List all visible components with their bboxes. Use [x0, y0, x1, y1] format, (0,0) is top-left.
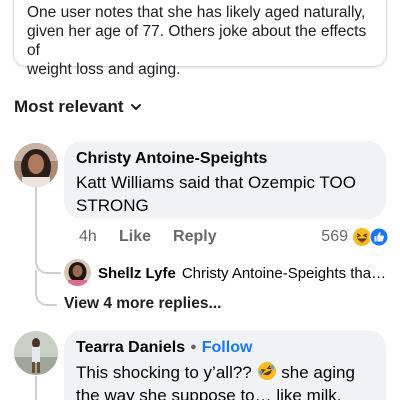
summary-line: One user notes that she has likely aged … — [27, 4, 366, 21]
comment-bubble: Christy Antoine-Speights Katt Williams s… — [64, 141, 386, 219]
separator-dot: ● — [190, 341, 197, 353]
comment-author[interactable]: Tearra Daniels — [76, 339, 185, 356]
comment-text-part: This shocking to y’all?? — [76, 363, 252, 382]
like-reaction-icon — [369, 227, 389, 247]
comment-summary-card: One user notes that she has likely aged … — [14, 0, 386, 78]
reply-button[interactable]: Reply — [173, 228, 217, 246]
reply-author[interactable]: Shellz Lyfe — [98, 265, 176, 282]
thread-connector — [35, 270, 57, 306]
comment-meta: 4h Like Reply 569 — [79, 226, 389, 248]
comment-text: Katt Williams said that Ozempic TOO STRO… — [76, 173, 356, 215]
avatar[interactable] — [14, 331, 58, 375]
comment-bubble: Tearra Daniels ● Follow This shocking to y… — [64, 330, 386, 400]
comment-author[interactable]: Christy Antoine-Speights — [76, 149, 374, 169]
summary-line: given her age of 77. Others joke about t… — [27, 23, 367, 59]
thread-line — [35, 186, 37, 256]
reaction-icons[interactable] — [352, 227, 389, 247]
chevron-down-icon — [130, 104, 141, 110]
comment-timestamp: 4h — [79, 228, 97, 245]
avatar[interactable] — [64, 259, 91, 286]
sort-label: Most relevant — [14, 97, 124, 116]
view-more-replies-link[interactable]: View 4 more replies... — [64, 295, 221, 313]
like-button[interactable]: Like — [119, 228, 151, 246]
follow-button[interactable]: Follow — [202, 339, 253, 356]
reply-text: Christy Antoine-Speights that ... — [181, 264, 388, 282]
reaction-count[interactable]: 569 — [321, 228, 348, 246]
comment-author-row: Tearra Daniels ● Follow — [76, 338, 374, 359]
sort-dropdown[interactable]: Most relevant — [14, 96, 142, 118]
comment-text: This shocking to y’all?? she aging the w… — [76, 361, 374, 400]
thread-line — [35, 376, 37, 400]
reply-preview[interactable]: Shellz Lyfe Christy Antoine-Speights tha… — [98, 262, 388, 284]
rolling-laughing-emoji-icon — [257, 362, 276, 380]
avatar[interactable] — [14, 143, 58, 187]
summary-line: weight loss and aging. — [27, 61, 181, 78]
